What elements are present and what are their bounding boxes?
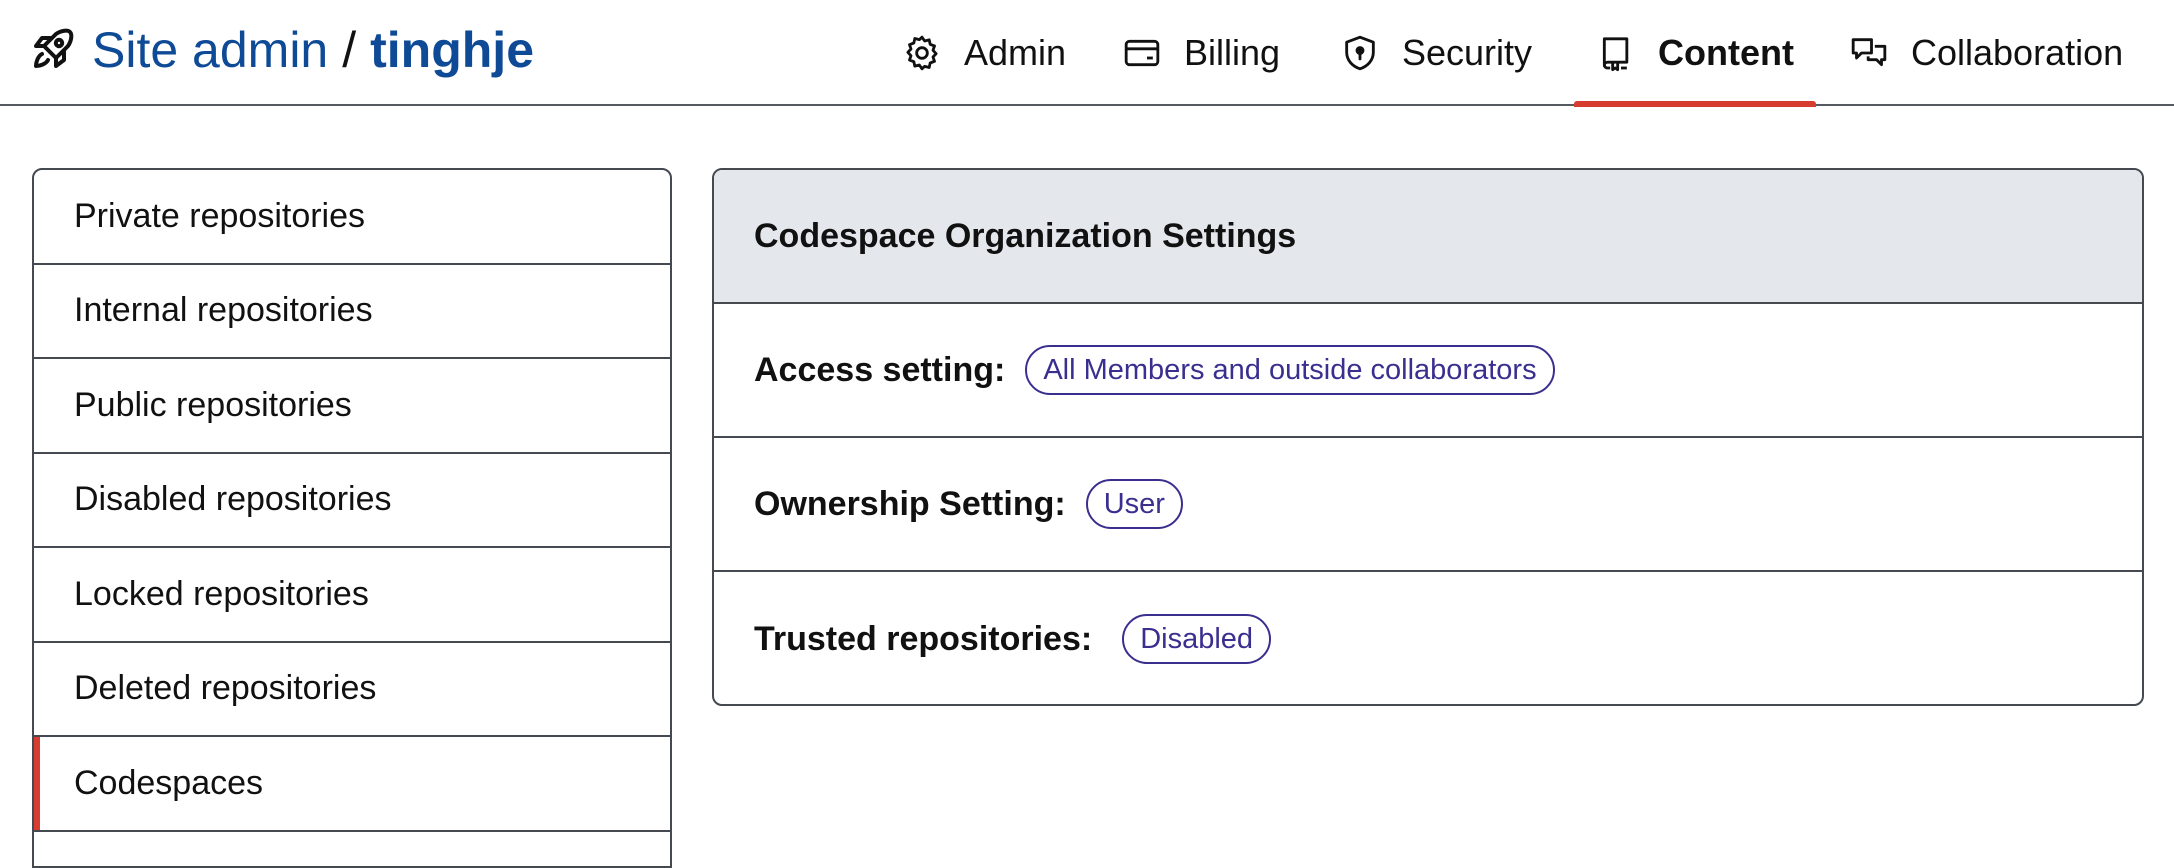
- sidebar-item-label: Private repositories: [74, 196, 366, 235]
- trusted-repositories-row: Trusted repositories: Disabled: [714, 572, 2142, 704]
- nav-tab-admin[interactable]: Admin: [902, 0, 1066, 106]
- trusted-repositories-badge: Disabled: [1122, 614, 1272, 664]
- top-header: Site admin / tinghje Admin Billing Secur…: [0, 0, 2174, 107]
- sidebar-item-label: Internal repositories: [74, 291, 373, 330]
- nav-tab-label: Billing: [1184, 32, 1281, 73]
- ownership-setting-badge: User: [1085, 479, 1183, 529]
- nav-tab-label: Content: [1658, 32, 1794, 73]
- panel-title: Codespace Organization Settings: [714, 170, 2142, 304]
- gear-icon: [902, 33, 942, 73]
- access-setting-badge: All Members and outside collaborators: [1025, 345, 1555, 395]
- sidebar-item-codespaces[interactable]: Codespaces: [34, 737, 670, 832]
- sidebar-item-label: Disabled repositories: [74, 480, 392, 519]
- nav-tab-content[interactable]: Content: [1574, 0, 1816, 107]
- ownership-setting-row: Ownership Setting: User: [714, 438, 2142, 572]
- sidebar-item-locked-repositories[interactable]: Locked repositories: [34, 548, 670, 643]
- codespace-settings-panel: Codespace Organization Settings Access s…: [712, 168, 2144, 706]
- sidebar-item-label: Locked repositories: [74, 574, 369, 613]
- sidebar-item-label: Codespaces: [74, 763, 264, 802]
- shield-lock-icon: [1340, 33, 1380, 73]
- nav-tab-security[interactable]: Security: [1340, 0, 1532, 106]
- nav-tab-label: Admin: [964, 32, 1067, 73]
- nav-tab-label: Collaboration: [1911, 32, 2124, 73]
- sidebar-item-label: Deleted repositories: [74, 669, 377, 708]
- sidebar-item-private-repositories[interactable]: Private repositories: [34, 170, 670, 265]
- access-setting-label: Access setting:: [754, 350, 1006, 389]
- sidebar-item-internal-repositories[interactable]: Internal repositories: [34, 265, 670, 359]
- nav-tab-label: Security: [1402, 32, 1533, 73]
- sidebar-item-public-repositories[interactable]: Public repositories: [34, 359, 670, 454]
- repo-icon: [1596, 33, 1636, 73]
- sidebar-item-deleted-repositories[interactable]: Deleted repositories: [34, 643, 670, 737]
- nav-tab-collaboration[interactable]: Collaboration: [1849, 0, 2123, 106]
- nav-tab-billing[interactable]: Billing: [1122, 0, 1280, 106]
- sidebar-menu: Private repositories Internal repositori…: [32, 168, 672, 868]
- credit-card-icon: [1122, 33, 1162, 73]
- sidebar-item-disabled-repositories[interactable]: Disabled repositories: [34, 454, 670, 548]
- comment-discussion-icon: [1849, 33, 1889, 73]
- ownership-setting-label: Ownership Setting:: [754, 484, 1066, 523]
- trusted-repositories-label: Trusted repositories:: [754, 619, 1093, 658]
- top-nav: Admin Billing Security Content Collabora…: [0, 0, 2174, 107]
- sidebar-item-label: Public repositories: [74, 385, 352, 424]
- access-setting-row: Access setting: All Members and outside …: [714, 304, 2142, 438]
